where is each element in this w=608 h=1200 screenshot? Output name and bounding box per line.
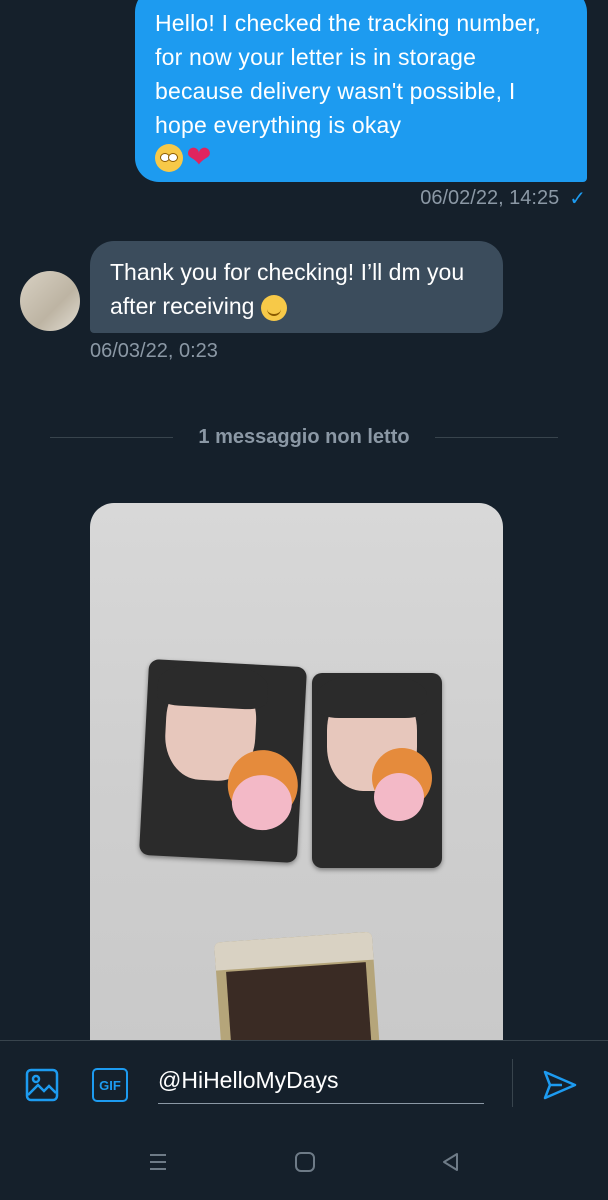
outgoing-message-text: Hello! I checked the tracking number, fo… [155,10,541,138]
unread-label: 1 messaggio non letto [198,425,410,448]
message-input[interactable]: @HiHelloMyDays [158,1063,484,1104]
sender-avatar[interactable] [20,271,80,331]
system-navigation-bar [0,1125,608,1200]
pink-plush [374,773,424,821]
gif-icon: GIF [92,1068,128,1102]
outgoing-message-bubble[interactable]: Hello! I checked the tracking number, fo… [135,0,587,182]
group-photocard [214,931,380,1043]
photocard-right [312,673,442,868]
rolling-eyes-emoji-icon [155,144,183,172]
separator-line-right [434,436,558,438]
incoming-message-bubble[interactable]: Thank you for checking! I’ll dm you afte… [90,241,503,333]
compose-bar: GIF @HiHelloMyDays [0,1040,608,1126]
photocard-hair [156,659,270,711]
photocard-left [138,658,308,864]
photo-message[interactable] [90,503,503,1043]
incoming-message-text: Thank you for checking! I’ll dm you afte… [110,259,465,319]
smiling-face-emoji-icon [260,294,287,321]
recent-apps-icon[interactable] [143,1147,173,1177]
red-heart-emoji-icon: ❤ [186,141,212,174]
incoming-timestamp: 06/03/22, 0:23 [90,340,218,362]
group-photocard-scene [226,962,373,1043]
gif-button[interactable]: GIF [92,1068,128,1102]
send-icon[interactable] [540,1067,580,1103]
compose-divider [512,1059,513,1107]
outgoing-emoji-row: ❤ [155,141,567,174]
outgoing-message-meta: 06/02/22, 14:25 ✓ [420,186,586,211]
home-icon[interactable] [290,1147,320,1177]
back-icon[interactable] [435,1147,465,1177]
unread-separator: 1 messaggio non letto [50,423,558,451]
outgoing-timestamp: 06/02/22, 14:25 [420,187,560,209]
sent-check-icon: ✓ [569,188,586,210]
image-icon[interactable] [24,1067,60,1103]
separator-line-left [50,436,174,438]
photocard-hair [317,673,427,718]
